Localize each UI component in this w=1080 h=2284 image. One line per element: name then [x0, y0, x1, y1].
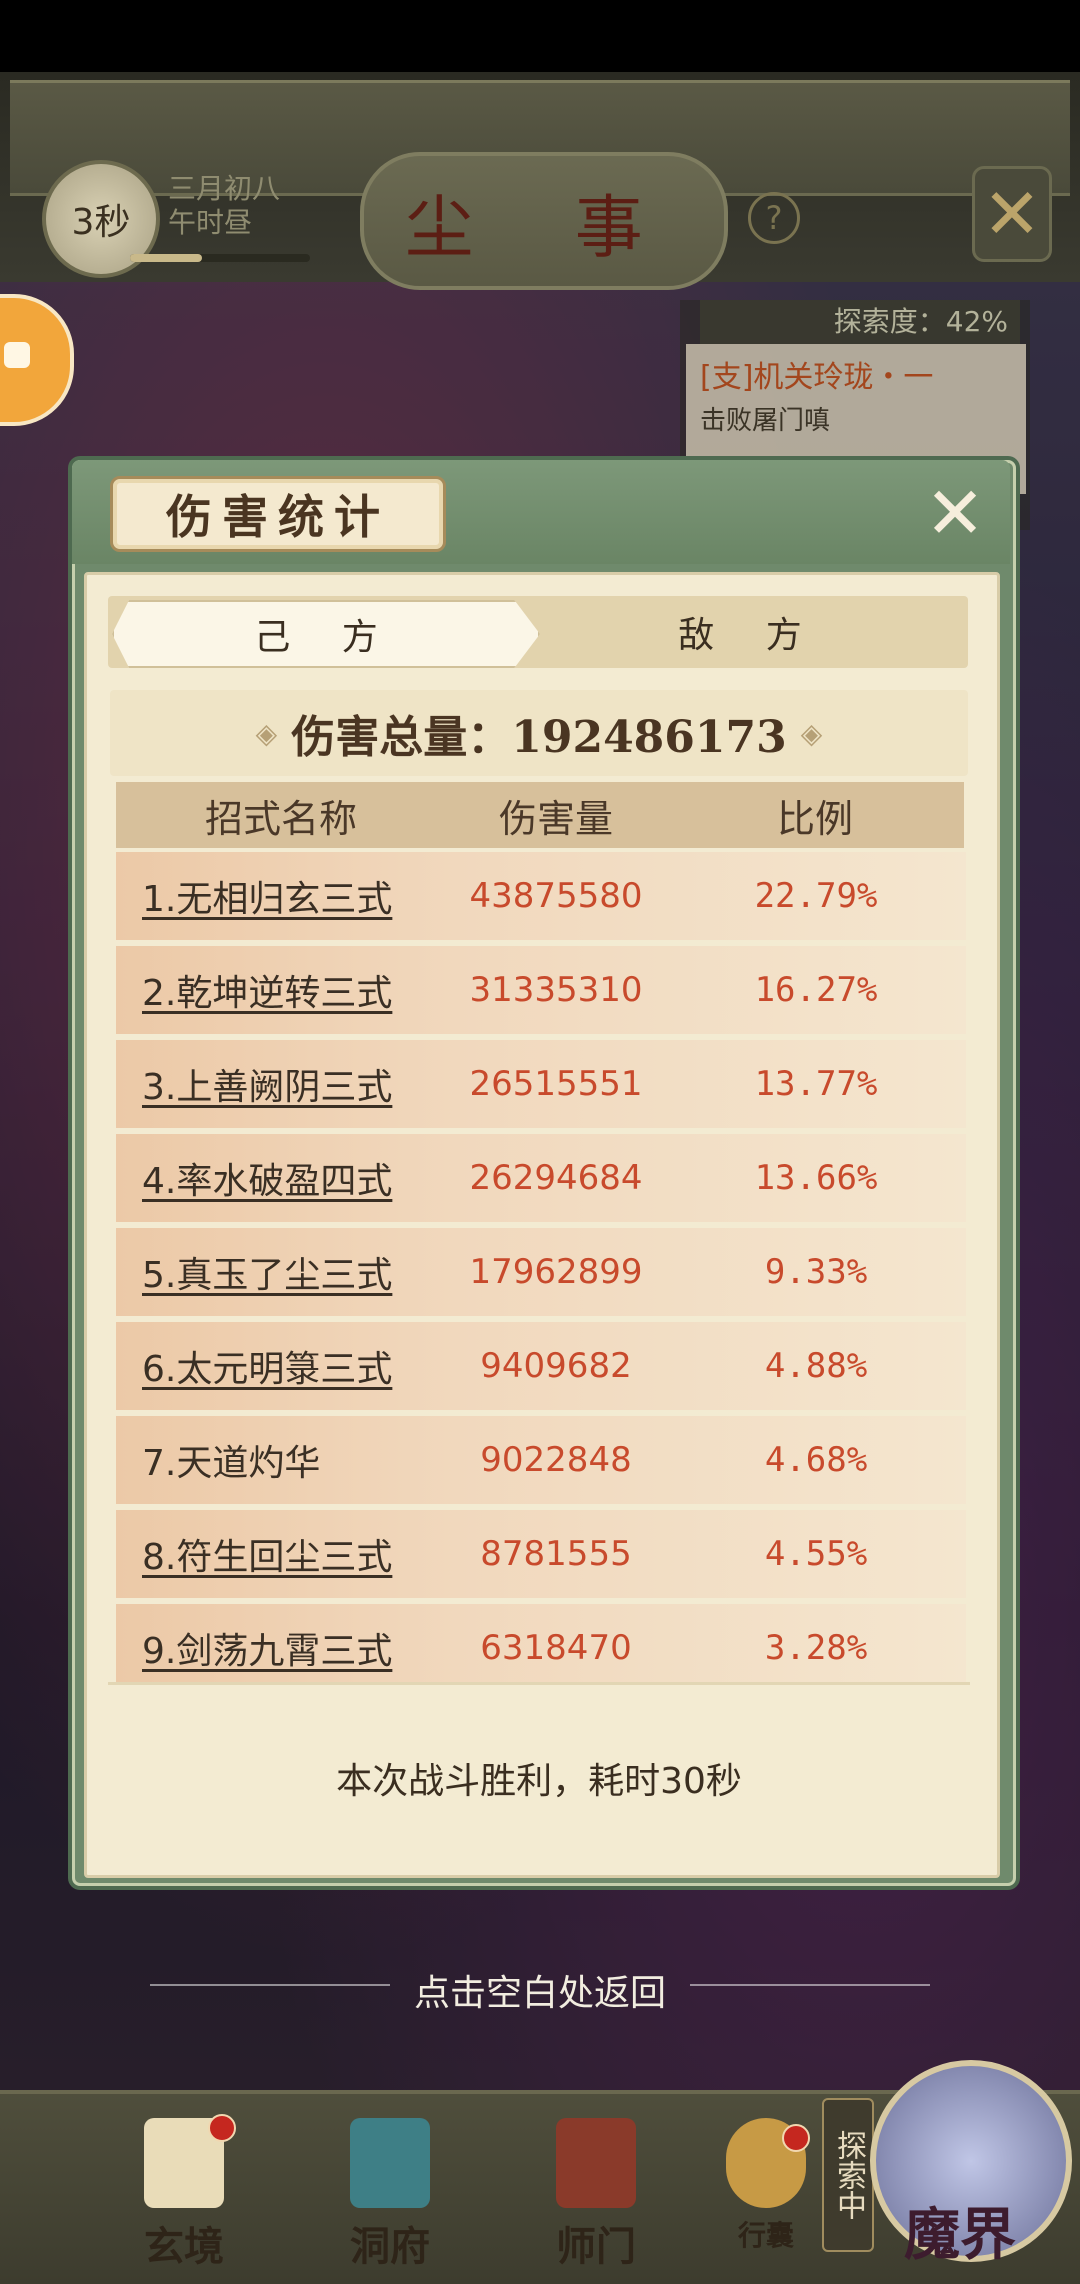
skill-name-link[interactable]: 2.乾坤逆转三式	[116, 964, 446, 1016]
skill-name-link[interactable]: 1.无相归玄三式	[116, 870, 446, 922]
tab-ally[interactable]: 己 方	[112, 600, 540, 668]
exploration-progress: 探索度：42%	[700, 300, 1020, 344]
diamond-ornament-icon: ◈	[800, 716, 823, 750]
tap-to-return-hint[interactable]: 点击空白处返回	[0, 1964, 1080, 2016]
damage-ratio: 4.55%	[764, 1534, 868, 1574]
status-bar	[0, 0, 1080, 72]
skill-name-link[interactable]: 4.率水破盈四式	[116, 1152, 446, 1204]
table-row: 7.天道灼华 9022848 4.68%	[116, 1416, 966, 1504]
table-row: 8.符生回尘三式 8781555 4.55%	[116, 1510, 966, 1598]
damage-ratio: 22.79%	[754, 876, 878, 916]
total-damage-label: 伤害总量：192486173	[291, 712, 787, 763]
date-line-2: 午时昼	[168, 206, 253, 239]
exploring-tag[interactable]: 探索中	[822, 2098, 874, 2252]
damage-value: 43875580	[469, 876, 643, 916]
date-line-1: 三月初八	[168, 172, 281, 205]
quest-title: [支]机关玲珑・一	[700, 360, 934, 395]
damage-ratio: 4.88%	[764, 1346, 868, 1386]
column-header-damage: 伤害量	[498, 796, 613, 841]
nav-item-xingnang[interactable]: 行囊	[706, 2118, 826, 2268]
damage-ratio: 4.68%	[764, 1440, 868, 1480]
help-icon[interactable]: ?	[748, 192, 800, 244]
skill-name-link[interactable]: 9.剑荡九霄三式	[116, 1622, 446, 1674]
skill-name-link[interactable]: 8.符生回尘三式	[116, 1528, 446, 1580]
damage-value: 26515551	[469, 1064, 643, 1104]
quest-subtitle: 击败屠门嗔	[700, 406, 831, 436]
pavilion-icon	[350, 2118, 430, 2208]
damage-ratio: 9.33%	[764, 1252, 868, 1292]
damage-ratio: 3.28%	[764, 1628, 868, 1668]
nav-label: 行囊	[737, 2219, 794, 2252]
table-row: 4.率水破盈四式 26294684 13.66%	[116, 1134, 966, 1222]
nav-item-shimen[interactable]: 师门	[536, 2118, 656, 2270]
notification-dot	[208, 2114, 236, 2142]
damage-value: 31335310	[469, 970, 643, 1010]
tab-enemy[interactable]: 敌 方	[536, 600, 964, 664]
damage-value: 8781555	[480, 1534, 632, 1574]
damage-value: 9022848	[480, 1440, 632, 1480]
date-progress-bar	[130, 254, 310, 262]
skill-name-link[interactable]: 5.真玉了尘三式	[116, 1246, 446, 1298]
damage-value: 6318470	[480, 1628, 632, 1668]
damage-table[interactable]: 1.无相归玄三式 43875580 22.79% 2.乾坤逆转三式 313353…	[116, 852, 966, 1682]
table-row: 3.上善阙阴三式 26515551 13.77%	[116, 1040, 966, 1128]
notification-dot	[782, 2124, 810, 2152]
nav-label: 洞府	[350, 2223, 430, 2270]
realm-label[interactable]: 魔界	[870, 2190, 1050, 2271]
table-row: 6.太元明箓三式 9409682 4.88%	[116, 1322, 966, 1410]
damage-value: 26294684	[469, 1158, 643, 1198]
table-row: 9.剑荡九霄三式 6318470 3.28%	[116, 1604, 966, 1682]
table-row: 2.乾坤逆转三式 31335310 16.27%	[116, 946, 966, 1034]
date-text: 三月初八 午时昼	[168, 172, 318, 240]
battle-summary: 本次战斗胜利，耗时30秒	[336, 1761, 742, 1802]
table-row: 1.无相归玄三式 43875580 22.79%	[116, 852, 966, 940]
damage-value: 17962899	[469, 1252, 643, 1292]
nav-item-dongfu[interactable]: 洞府	[330, 2118, 450, 2270]
nav-item-xuanjing[interactable]: 玄境	[124, 2114, 244, 2270]
modal-title: 伤害统计	[110, 476, 446, 552]
skill-name: 7.天道灼华	[142, 1443, 321, 1484]
skill-name-link[interactable]: 6.太元明箓三式	[116, 1340, 446, 1392]
table-row: 5.真玉了尘三式 17962899 9.33%	[116, 1228, 966, 1316]
total-damage: ◈ 伤害总量：192486173 ◈	[110, 690, 968, 776]
date-progress-fill	[130, 254, 202, 262]
table-header: 招式名称 伤害量 比例	[116, 782, 964, 848]
column-header-skill: 招式名称	[204, 796, 357, 841]
modal-close-button[interactable]: ✕	[920, 477, 990, 549]
skill-name-link[interactable]: 3.上善阙阴三式	[116, 1058, 446, 1110]
nav-label: 师门	[556, 2223, 636, 2270]
diamond-ornament-icon: ◈	[255, 716, 278, 750]
banner-icon	[556, 2118, 636, 2208]
page-title: 尘 事	[360, 152, 728, 290]
damage-ratio: 13.77%	[754, 1064, 878, 1104]
nav-label: 玄境	[144, 2223, 224, 2270]
close-scene-button[interactable]: ✕	[972, 166, 1052, 262]
damage-ratio: 13.66%	[754, 1158, 878, 1198]
damage-ratio: 16.27%	[754, 970, 878, 1010]
column-header-ratio: 比例	[776, 796, 853, 841]
damage-value: 9409682	[480, 1346, 632, 1386]
